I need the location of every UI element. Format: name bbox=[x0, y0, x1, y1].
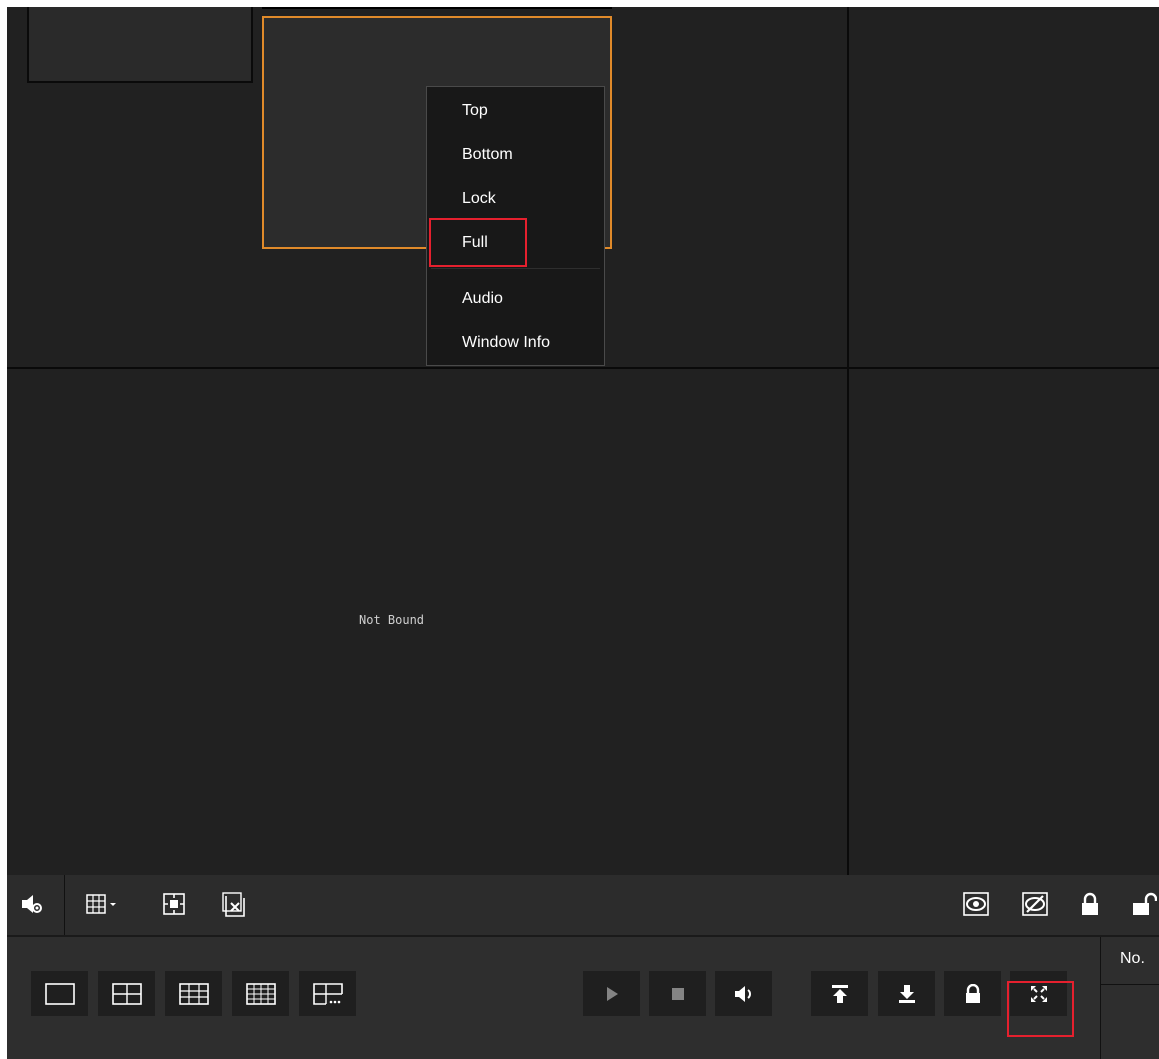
grid-line-horizontal bbox=[7, 367, 1159, 369]
send-to-bottom-button[interactable] bbox=[878, 971, 935, 1016]
layout-2x2-button[interactable] bbox=[98, 971, 155, 1016]
layout-3x3-button[interactable] bbox=[165, 971, 222, 1016]
unlock-icon[interactable] bbox=[1129, 889, 1159, 919]
window-title-bar[interactable] bbox=[262, 7, 612, 9]
control-panel: No. bbox=[7, 935, 1159, 1059]
bring-to-top-button[interactable] bbox=[811, 971, 868, 1016]
menu-separator bbox=[431, 268, 600, 269]
toolbar-divider bbox=[64, 875, 65, 935]
stop-button[interactable] bbox=[649, 971, 706, 1016]
full-screen-highlight-box bbox=[1007, 981, 1074, 1037]
layout-1x1-button[interactable] bbox=[31, 971, 88, 1016]
audio-settings-icon[interactable] bbox=[17, 889, 47, 919]
not-bound-label: Not Bound bbox=[359, 613, 425, 627]
window-list-table: No. bbox=[1100, 937, 1159, 1059]
grid-layout-dropdown-icon[interactable] bbox=[85, 891, 119, 917]
hide-icon[interactable] bbox=[1019, 889, 1051, 919]
menu-item-window-info[interactable]: Window Info bbox=[427, 321, 604, 365]
panel-top-border bbox=[7, 935, 1159, 937]
table-column-no[interactable]: No. bbox=[1120, 950, 1145, 968]
table-header-divider bbox=[1101, 984, 1159, 985]
lock-icon[interactable] bbox=[1077, 889, 1103, 919]
menu-item-bottom[interactable]: Bottom bbox=[427, 133, 604, 177]
menu-item-lock[interactable]: Lock bbox=[427, 177, 604, 221]
layout-custom-button[interactable] bbox=[299, 971, 356, 1016]
play-button[interactable] bbox=[583, 971, 640, 1016]
fit-window-icon[interactable] bbox=[159, 889, 189, 919]
clear-window-icon[interactable] bbox=[219, 889, 249, 921]
menu-item-audio[interactable]: Audio bbox=[427, 277, 604, 321]
full-highlight-box bbox=[429, 218, 527, 267]
lock-window-button[interactable] bbox=[944, 971, 1001, 1016]
wall-toolbar bbox=[7, 875, 1159, 935]
menu-item-top[interactable]: Top bbox=[427, 89, 604, 133]
show-icon[interactable] bbox=[960, 889, 992, 919]
grid-line-vertical bbox=[847, 7, 849, 875]
layout-4x4-button[interactable] bbox=[232, 971, 289, 1016]
audio-button[interactable] bbox=[715, 971, 772, 1016]
video-window[interactable] bbox=[27, 7, 253, 83]
